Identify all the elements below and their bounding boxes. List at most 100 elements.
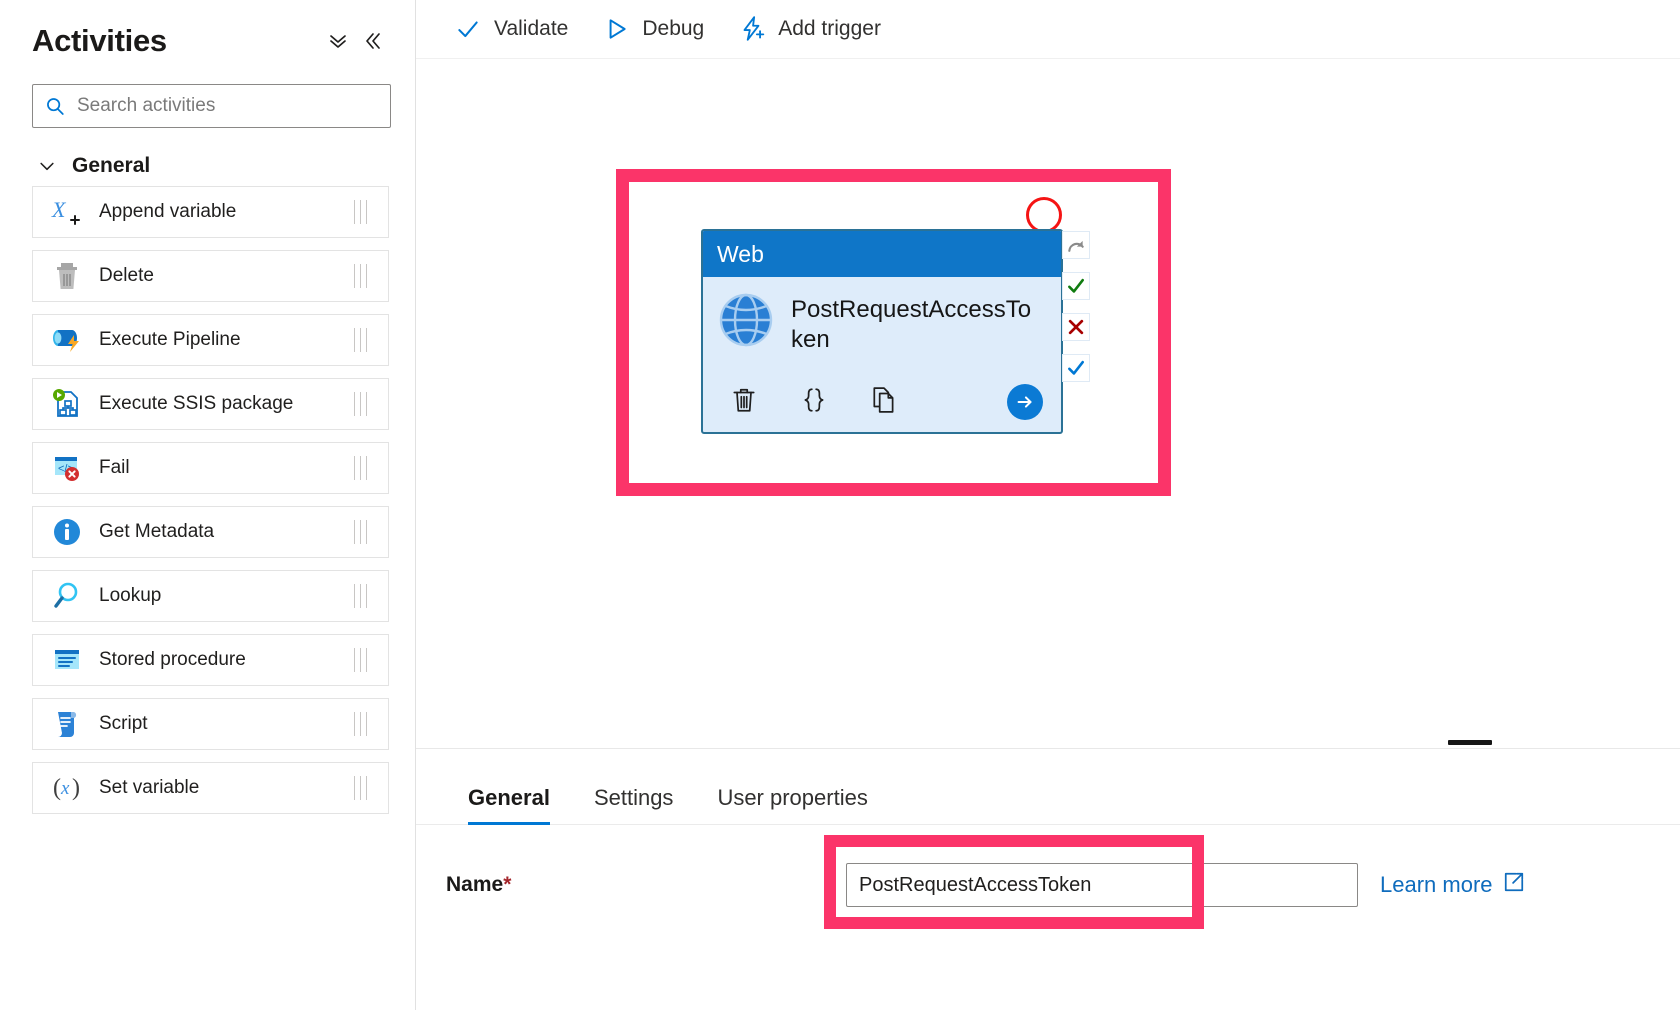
dependency-success-icon[interactable] [1062, 272, 1090, 300]
svg-text:X: X [51, 197, 67, 222]
fail-icon: </> [47, 450, 87, 486]
activity-item-label: Lookup [99, 585, 162, 606]
panel-resize-handle[interactable] [1448, 740, 1492, 745]
pipeline-canvas[interactable]: Web PostRequestAccessToken [416, 59, 1680, 748]
get-metadata-icon [47, 514, 87, 550]
dependency-skipped-icon[interactable] [1062, 231, 1090, 259]
add-trigger-label: Add trigger [778, 17, 881, 40]
name-input[interactable] [846, 863, 1358, 907]
name-label-text: Name [446, 873, 504, 896]
activity-item-execute-pipeline[interactable]: Execute Pipeline [32, 314, 389, 366]
append-variable-icon: X [47, 194, 87, 230]
set-variable-icon: ( x ) [47, 770, 87, 806]
chevron-down-icon [36, 155, 58, 177]
activity-properties-panel: General Settings User properties Name* L… [416, 740, 1680, 1010]
activity-item-label: Script [99, 713, 148, 734]
page-title: Activities [32, 23, 167, 59]
tab-general[interactable]: General [446, 785, 572, 825]
activity-item-execute-ssis-package[interactable]: Execute SSIS package [32, 378, 389, 430]
drag-handle-icon[interactable] [342, 199, 378, 225]
expand-all-icon[interactable] [321, 24, 355, 58]
debug-label: Debug [642, 17, 705, 40]
activity-item-label: Execute Pipeline [99, 329, 241, 350]
activity-list: X Append variable Delete Execute Pipelin… [0, 186, 415, 814]
lookup-icon [47, 578, 87, 614]
activity-item-get-metadata[interactable]: Get Metadata [32, 506, 389, 558]
activity-node-web[interactable]: Web PostRequestAccessToken [701, 229, 1063, 434]
web-globe-icon [717, 291, 775, 349]
activities-sidebar: Activities Search activities General X A… [0, 0, 416, 1010]
dependency-completion-icon[interactable] [1062, 354, 1090, 382]
external-link-icon [1503, 871, 1525, 899]
pipeline-toolbar: Validate Debug Add trigger [416, 0, 1680, 59]
drag-handle-icon[interactable] [342, 775, 378, 801]
node-type-label: Web [703, 231, 1061, 277]
stored-procedure-icon [47, 642, 87, 678]
search-icon [33, 85, 77, 127]
activity-item-set-variable[interactable]: ( x ) Set variable [32, 762, 389, 814]
node-body: PostRequestAccessToken [703, 277, 1061, 374]
activity-item-label: Set variable [99, 777, 200, 798]
checkmark-icon [454, 15, 482, 43]
clone-activity-icon[interactable] [869, 385, 899, 415]
annotation-circle [1026, 197, 1062, 233]
lightning-plus-icon [738, 15, 766, 43]
required-marker: * [503, 873, 512, 896]
name-form-row: Name* Learn more [416, 825, 1680, 929]
delete-trash-icon [47, 258, 87, 294]
editor-main: Validate Debug Add trigger Web PostReque… [416, 0, 1680, 1010]
code-braces-icon[interactable] [799, 385, 829, 415]
node-activity-name: PostRequestAccessToken [791, 296, 1032, 354]
script-icon [47, 706, 87, 742]
svg-text:x: x [60, 778, 70, 799]
dependency-failure-icon[interactable] [1062, 313, 1090, 341]
search-activities-box[interactable] [32, 84, 391, 128]
activity-item-label: Execute SSIS package [99, 393, 294, 414]
search-input[interactable] [77, 86, 390, 126]
activity-item-label: Get Metadata [99, 521, 215, 542]
drag-handle-icon[interactable] [342, 263, 378, 289]
learn-more-label: Learn more [1380, 872, 1493, 897]
validate-button[interactable]: Validate [440, 9, 582, 49]
svg-text:(: ( [53, 775, 61, 801]
drag-handle-icon[interactable] [342, 519, 378, 545]
activity-item-delete[interactable]: Delete [32, 250, 389, 302]
adf-pipeline-editor: Activities Search activities General X A… [0, 0, 1680, 1010]
properties-tabs: General Settings User properties [416, 749, 1680, 825]
debug-button[interactable]: Debug [588, 9, 718, 49]
activity-item-label: Append variable [99, 201, 237, 222]
run-activity-icon[interactable] [1007, 384, 1043, 420]
sidebar-header: Activities [0, 0, 415, 68]
learn-more-link[interactable]: Learn more [1380, 871, 1525, 899]
drag-handle-icon[interactable] [342, 391, 378, 417]
svg-text:): ) [72, 775, 80, 801]
name-field-label: Name* [446, 873, 846, 897]
tab-user-properties[interactable]: User properties [695, 785, 889, 824]
activity-item-script[interactable]: Script [32, 698, 389, 750]
delete-activity-icon[interactable] [729, 385, 759, 415]
activity-item-stored-procedure[interactable]: Stored procedure [32, 634, 389, 686]
validate-label: Validate [494, 17, 569, 40]
activity-group-general[interactable]: General [36, 154, 415, 178]
execute-pipeline-icon [47, 322, 87, 358]
drag-handle-icon[interactable] [342, 711, 378, 737]
tab-settings[interactable]: Settings [572, 785, 696, 824]
play-triangle-icon [602, 15, 630, 43]
add-trigger-button[interactable]: Add trigger [724, 9, 895, 49]
node-action-bar [703, 374, 1061, 432]
drag-handle-icon[interactable] [342, 455, 378, 481]
activity-item-label: Fail [99, 457, 130, 478]
activity-item-label: Stored procedure [99, 649, 246, 670]
execute-ssis-package-icon [47, 386, 87, 422]
activity-group-label: General [72, 154, 151, 177]
activity-item-lookup[interactable]: Lookup [32, 570, 389, 622]
activity-item-label: Delete [99, 265, 154, 286]
name-field-wrap: Learn more [824, 835, 1525, 929]
activity-item-fail[interactable]: </> Fail [32, 442, 389, 494]
drag-handle-icon[interactable] [342, 583, 378, 609]
activity-item-append-variable[interactable]: X Append variable [32, 186, 389, 238]
collapse-panel-icon[interactable] [355, 24, 389, 58]
drag-handle-icon[interactable] [342, 647, 378, 673]
node-dependency-connectors [1062, 231, 1090, 382]
drag-handle-icon[interactable] [342, 327, 378, 353]
